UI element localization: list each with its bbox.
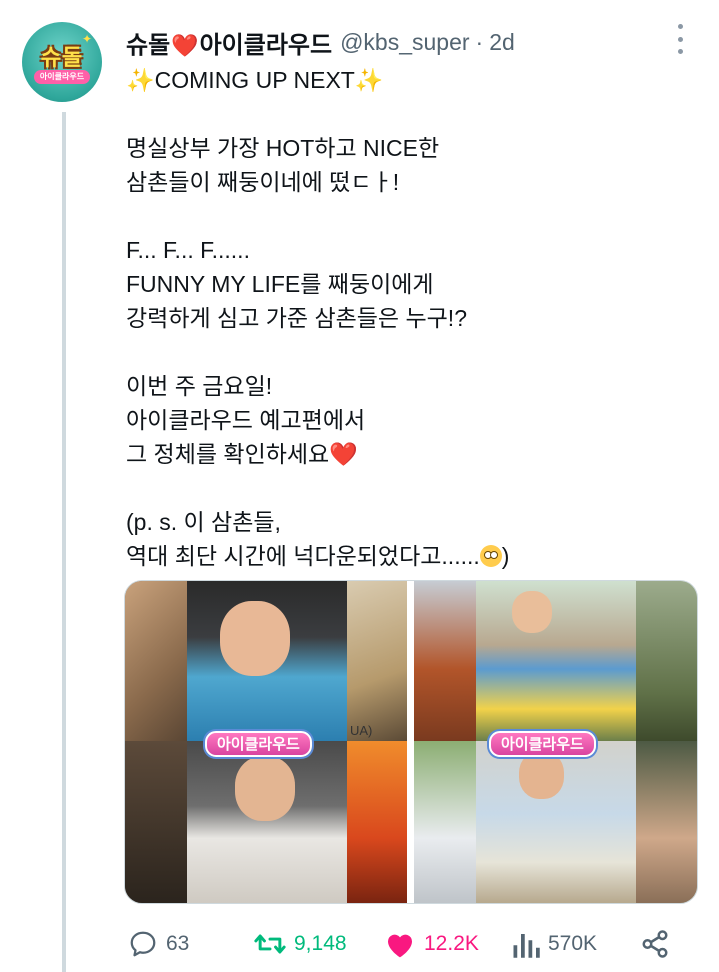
- avatar[interactable]: ✦ 슈돌 아이클라우드: [22, 22, 102, 102]
- tweet-line: [126, 199, 686, 233]
- more-icon[interactable]: [670, 24, 690, 54]
- avatar-logo-subtext: 아이클라우드: [34, 70, 90, 84]
- media-image-right[interactable]: 아이클라우드: [414, 581, 697, 903]
- tweet-line: 강력하게 심고 가준 삼촌들은 누구!?: [126, 305, 467, 331]
- retweet-count: 9,148: [294, 932, 347, 955]
- tweet-line: [126, 471, 686, 505]
- media-grid[interactable]: UA) 아이클라우드 아이클라우드: [124, 580, 698, 904]
- like-icon: [388, 934, 412, 958]
- tweet-line: 명실상부 가장 HOT하고 NICE한: [126, 135, 440, 161]
- retweet-icon: [254, 934, 286, 954]
- tweet-line: ✨COMING UP NEXT✨: [126, 67, 384, 93]
- reply-icon: [130, 931, 156, 957]
- tweet-header: 슈돌❤️아이클라우드 @kbs_super · 2d: [126, 24, 515, 60]
- display-name[interactable]: 슈돌❤️아이클라우드: [126, 25, 332, 60]
- tweet-line: [126, 97, 686, 131]
- like-button[interactable]: 12.2K: [384, 924, 479, 964]
- views-icon: [513, 934, 540, 958]
- share-icon: [642, 930, 668, 958]
- display-name-part2: 아이클라우드: [199, 31, 333, 59]
- reply-button[interactable]: 63: [128, 924, 189, 964]
- sparkles-icon: ✨: [126, 67, 155, 93]
- tweet-line: 이번 주 금요일!: [126, 373, 273, 399]
- tweet-line: 삼촌들이 째둥이네에 떴ㄷㅏ!: [126, 169, 400, 195]
- separator-dot: ·: [475, 28, 484, 55]
- like-count: 12.2K: [424, 932, 479, 955]
- tweet-line: [126, 335, 686, 369]
- retweet-button[interactable]: 9,148: [254, 924, 347, 964]
- tweet-line: 아이클라우드 예고편에서: [126, 407, 366, 433]
- tweet-text: ✨COMING UP NEXT✨ 명실상부 가장 HOT하고 NICE한 삼촌들…: [126, 63, 686, 573]
- action-bar: 63 9,148 12.2K 570K: [124, 924, 704, 964]
- tweet-line: F... F... F......: [126, 237, 250, 263]
- tweet-line: 그 정체를 확인하세요❤️: [126, 441, 358, 467]
- avatar-logo-text: 슈돌: [40, 46, 84, 71]
- timestamp[interactable]: 2d: [489, 29, 515, 56]
- heart-icon: ❤️: [171, 32, 199, 58]
- sparkles-icon: ✨: [354, 67, 384, 93]
- reply-count: 63: [166, 932, 190, 955]
- share-button[interactable]: [640, 924, 670, 964]
- media-caption-badge: 아이클라우드: [205, 731, 312, 757]
- tweet-line: 역대 최단 시간에 넉다운되었다고......): [126, 543, 510, 569]
- heart-emoji-icon: ❤️: [329, 441, 358, 467]
- thread-line: [62, 112, 66, 972]
- user-handle[interactable]: @kbs_super: [340, 29, 469, 56]
- media-caption-badge: 아이클라우드: [489, 731, 596, 757]
- media-image-left[interactable]: UA) 아이클라우드: [125, 581, 407, 903]
- tweet-line: FUNNY MY LIFE를 째둥이에게: [126, 271, 434, 297]
- tweet-line: (p. s. 이 삼촌들,: [126, 509, 281, 535]
- media-tag: UA): [350, 723, 373, 738]
- views-button[interactable]: 570K: [512, 924, 597, 964]
- views-count: 570K: [548, 932, 598, 955]
- flushed-face-icon: [479, 545, 502, 567]
- display-name-part1: 슈돌: [126, 31, 171, 59]
